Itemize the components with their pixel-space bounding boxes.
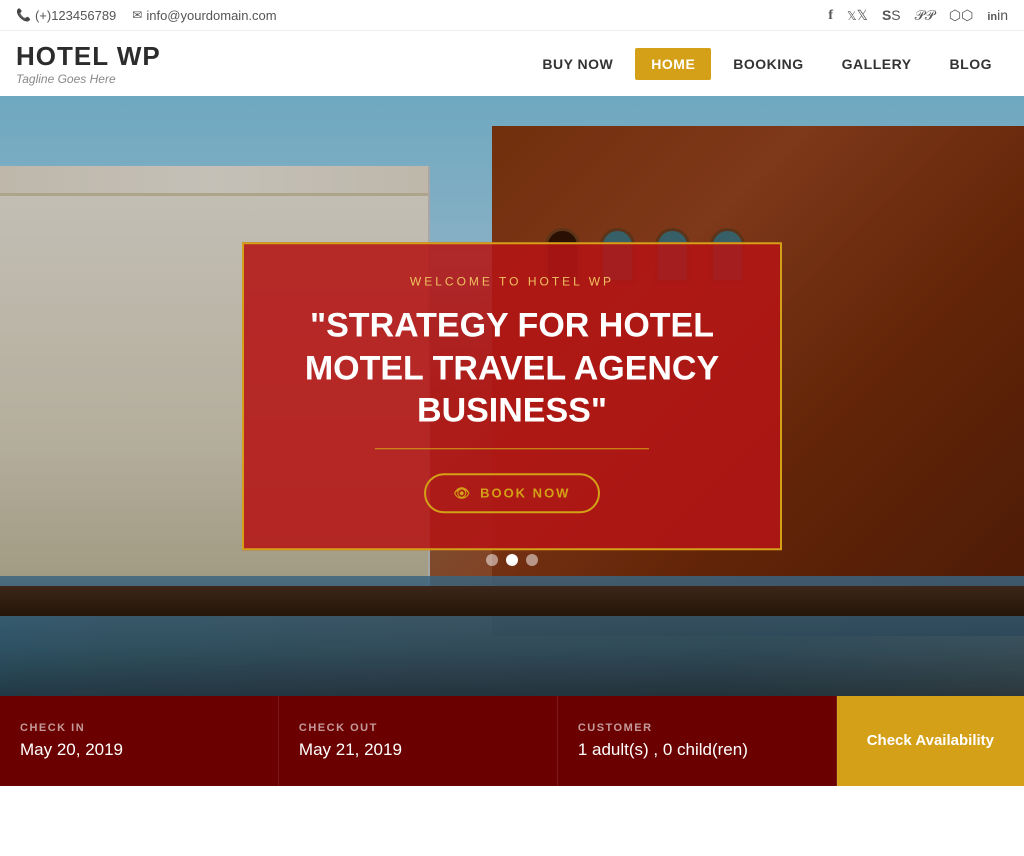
- linkedin-icon[interactable]: in: [987, 7, 1008, 23]
- phone-icon: [16, 8, 31, 22]
- book-now-button[interactable]: BOOK NOW: [424, 473, 601, 513]
- checkin-value: May 20, 2019: [20, 740, 258, 760]
- mail-icon: [132, 8, 142, 22]
- twitter-icon[interactable]: 𝕏: [847, 7, 868, 24]
- nav-home[interactable]: HOME: [635, 48, 711, 80]
- customer-field[interactable]: CUSTOMER 1 adult(s) , 0 child(ren): [558, 696, 837, 786]
- hero-subtitle: WELCOME TO HOTEL WP: [284, 274, 740, 288]
- customer-value: 1 adult(s) , 0 child(ren): [578, 740, 816, 760]
- checkin-field[interactable]: CHECK IN May 20, 2019: [0, 696, 279, 786]
- instagram-icon[interactable]: ⬡: [949, 7, 973, 24]
- pinterest-icon[interactable]: 𝒫: [915, 7, 935, 24]
- email-info: info@yourdomain.com: [132, 8, 276, 23]
- hero-title: "STRATEGY FOR HOTEL MOTEL TRAVEL AGENCY …: [284, 304, 740, 432]
- checkin-label: CHECK IN: [20, 722, 258, 734]
- phone-number: (+)123456789: [35, 8, 116, 23]
- skype-icon[interactable]: S: [882, 7, 901, 23]
- social-links: 𝕏 S 𝒫 ⬡ in: [828, 6, 1008, 24]
- booking-bar: CHECK IN May 20, 2019 CHECK OUT May 21, …: [0, 696, 1024, 786]
- eye-icon: [454, 485, 473, 501]
- hero-divider: [375, 448, 649, 449]
- main-nav: BUY NOW HOME BOOKING GALLERY BLOG: [526, 48, 1008, 80]
- customer-label: CUSTOMER: [578, 722, 816, 734]
- header: HOTEL WP Tagline Goes Here BUY NOW HOME …: [0, 31, 1024, 96]
- logo-title: HOTEL WP: [16, 41, 161, 72]
- check-availability-button[interactable]: Check Availability: [837, 696, 1024, 786]
- logo-area: HOTEL WP Tagline Goes Here: [16, 41, 161, 86]
- slider-dot-2[interactable]: [506, 554, 518, 566]
- nav-buy-now[interactable]: BUY NOW: [526, 48, 629, 80]
- nav-booking[interactable]: BOOKING: [717, 48, 819, 80]
- nav-gallery[interactable]: GALLERY: [826, 48, 928, 80]
- nav-blog[interactable]: BLOG: [934, 48, 1008, 80]
- book-now-label: BOOK NOW: [480, 485, 570, 500]
- top-bar-contact: (+)123456789 info@yourdomain.com: [16, 8, 277, 23]
- slider-dots: [486, 554, 538, 566]
- phone-info: (+)123456789: [16, 8, 116, 23]
- hero-section: WELCOME TO HOTEL WP "STRATEGY FOR HOTEL …: [0, 96, 1024, 696]
- slider-dot-3[interactable]: [526, 554, 538, 566]
- checkout-field[interactable]: CHECK OUT May 21, 2019: [279, 696, 558, 786]
- email-address: info@yourdomain.com: [146, 8, 276, 23]
- checkout-value: May 21, 2019: [299, 740, 537, 760]
- facebook-icon[interactable]: [828, 6, 833, 24]
- slider-dot-1[interactable]: [486, 554, 498, 566]
- checkout-label: CHECK OUT: [299, 722, 537, 734]
- hero-content-box: WELCOME TO HOTEL WP "STRATEGY FOR HOTEL …: [242, 242, 782, 550]
- logo-tagline: Tagline Goes Here: [16, 72, 161, 86]
- top-bar: (+)123456789 info@yourdomain.com 𝕏 S 𝒫 ⬡…: [0, 0, 1024, 31]
